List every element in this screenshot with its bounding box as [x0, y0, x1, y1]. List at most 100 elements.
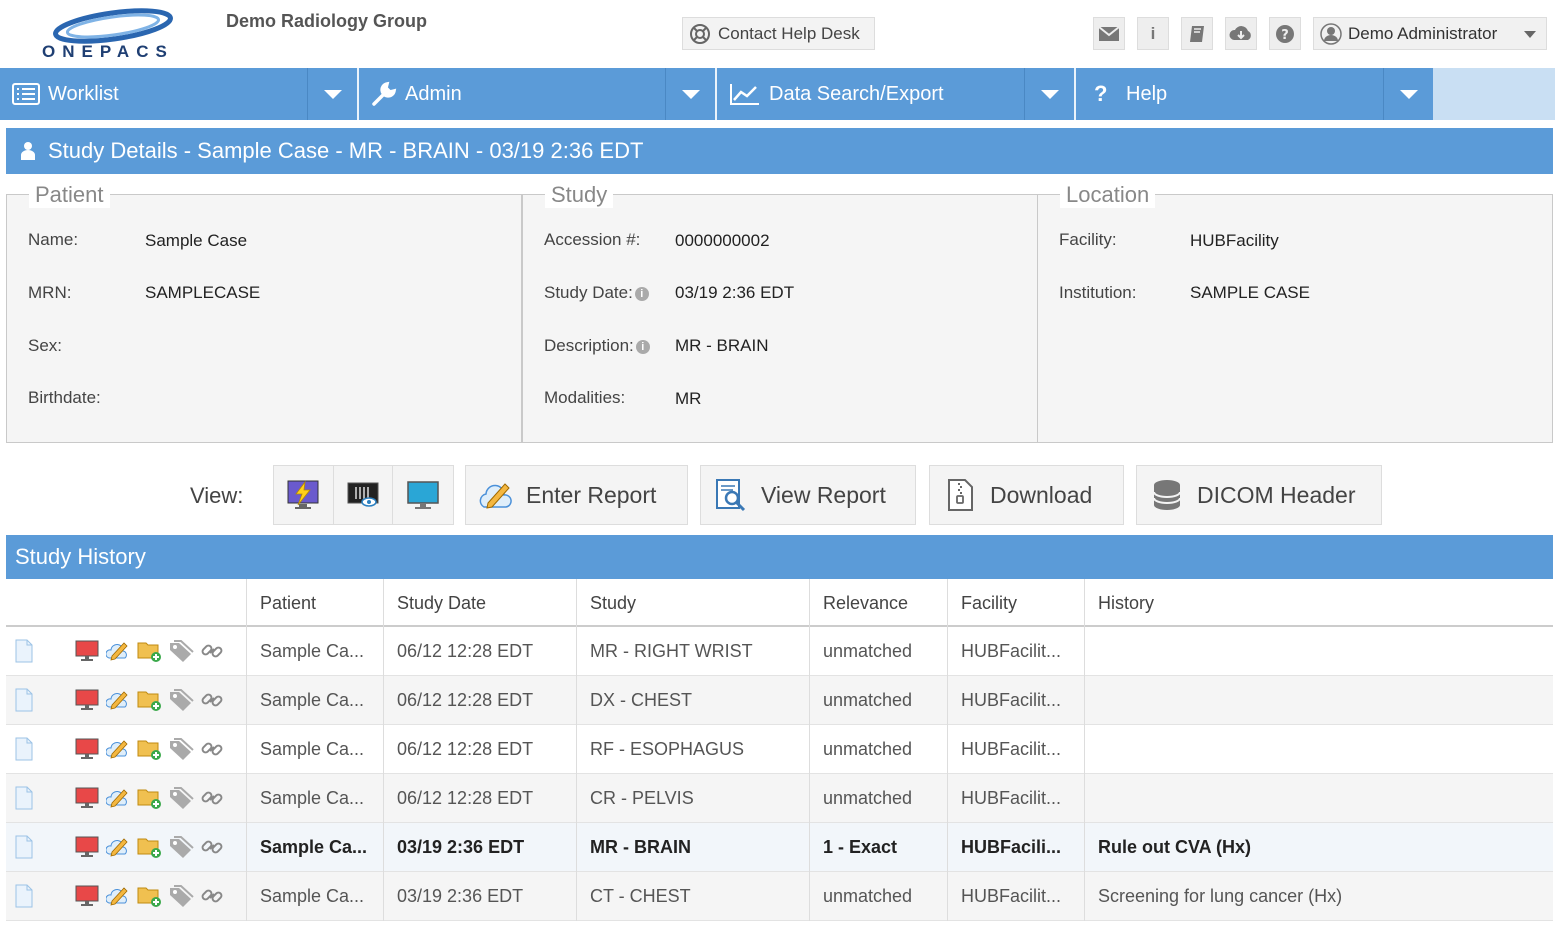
- list-icon: [12, 83, 40, 105]
- mail-icon[interactable]: [1093, 17, 1125, 50]
- mrn-label: MRN:: [28, 283, 72, 302]
- table-row[interactable]: Sample Ca... 06/12 12:28 EDT CR - PELVIS un…: [6, 774, 1553, 823]
- fast-viewer-button[interactable]: [274, 466, 334, 524]
- patient-panel: Patient Name: Sample Case MRN: SAMPLECAS…: [6, 182, 522, 443]
- monitor-icon[interactable]: [75, 737, 99, 761]
- tag-icon[interactable]: [168, 835, 194, 859]
- help-dropdown[interactable]: [1383, 68, 1433, 120]
- dicom-header-label: DICOM Header: [1197, 481, 1356, 508]
- pencil-icon[interactable]: [105, 737, 130, 761]
- tag-icon[interactable]: [168, 639, 194, 663]
- folder-add-icon[interactable]: [137, 835, 161, 859]
- pencil-icon[interactable]: [105, 835, 130, 859]
- description-value: MR - BRAIN: [675, 336, 769, 355]
- cell-study-date: 03/19 2:36 EDT: [383, 872, 576, 921]
- cloud-download-icon[interactable]: [1225, 17, 1257, 50]
- desktop-viewer-button[interactable]: [393, 466, 453, 524]
- worklist-dropdown[interactable]: [307, 68, 357, 120]
- link-icon[interactable]: [200, 835, 224, 859]
- data-search-dropdown[interactable]: [1024, 68, 1074, 120]
- column-header-patient[interactable]: Patient: [246, 579, 383, 627]
- cell-relevance: unmatched: [809, 774, 947, 823]
- enter-report-button[interactable]: Enter Report: [465, 465, 688, 525]
- nav-worklist[interactable]: Worklist: [0, 68, 357, 120]
- tag-icon[interactable]: [168, 786, 194, 810]
- cell-facility: HUBFacilit...: [947, 872, 1084, 921]
- tag-icon[interactable]: [168, 737, 194, 761]
- caret-down-icon: [681, 89, 700, 99]
- table-row[interactable]: Sample Ca... 06/12 12:28 EDT RF - ESOPHAGU…: [6, 725, 1553, 774]
- user-menu-button[interactable]: Demo Administrator: [1313, 17, 1547, 50]
- cell-patient: Sample Ca...: [246, 872, 383, 921]
- monitor-icon[interactable]: [75, 639, 99, 663]
- table-row[interactable]: Sample Ca... 03/19 2:36 EDT CT - CHEST unma…: [6, 872, 1553, 921]
- facility-value: HUBFacility: [1190, 231, 1279, 250]
- download-button[interactable]: Download: [929, 465, 1124, 525]
- nav-admin[interactable]: Admin: [359, 68, 715, 120]
- info-icon[interactable]: i: [635, 340, 650, 354]
- zip-file-icon: [948, 479, 973, 511]
- column-header-study[interactable]: Study: [576, 579, 809, 627]
- admin-dropdown[interactable]: [665, 68, 715, 120]
- dicom-header-button[interactable]: DICOM Header: [1136, 465, 1382, 525]
- user-avatar-icon: [1320, 22, 1342, 45]
- column-header-relevance[interactable]: Relevance: [809, 579, 947, 627]
- info-icon[interactable]: i: [1137, 17, 1169, 50]
- folder-add-icon[interactable]: [137, 639, 161, 663]
- link-icon[interactable]: [200, 786, 224, 810]
- document-icon[interactable]: [14, 688, 38, 712]
- document-icon[interactable]: [14, 737, 38, 761]
- folder-add-icon[interactable]: [137, 688, 161, 712]
- diagnostic-viewer-button[interactable]: [334, 466, 394, 524]
- question-icon[interactable]: ?: [1269, 17, 1301, 50]
- contact-help-desk-button[interactable]: Contact Help Desk: [682, 17, 875, 50]
- study-history-title: Study History: [15, 544, 146, 569]
- lightning-monitor-icon: [287, 480, 319, 509]
- cell-study-date: 06/12 12:28 EDT: [383, 676, 576, 725]
- folder-add-icon[interactable]: [137, 884, 161, 908]
- sex-label: Sex:: [28, 336, 63, 355]
- pencil-icon[interactable]: [105, 688, 130, 712]
- column-header-facility[interactable]: Facility: [947, 579, 1084, 627]
- tag-icon[interactable]: [168, 688, 194, 712]
- cell-facility: HUBFacilit...: [947, 627, 1084, 676]
- folder-add-icon[interactable]: [137, 786, 161, 810]
- row-action-icons: [6, 872, 246, 921]
- nav-admin-label: Admin: [405, 82, 462, 105]
- link-icon[interactable]: [200, 688, 224, 712]
- monitor-icon[interactable]: [75, 786, 99, 810]
- link-icon[interactable]: [200, 737, 224, 761]
- book-icon[interactable]: [1181, 17, 1213, 50]
- tag-icon[interactable]: [168, 884, 194, 908]
- monitor-icon[interactable]: [75, 688, 99, 712]
- cell-relevance: unmatched: [809, 676, 947, 725]
- monitor-icon[interactable]: [75, 884, 99, 908]
- accession-label: Accession #:: [544, 230, 641, 249]
- pencil-icon[interactable]: [105, 639, 130, 663]
- document-icon[interactable]: [14, 835, 38, 859]
- svg-text:?: ?: [1281, 28, 1289, 43]
- row-action-icons: [6, 823, 246, 872]
- pencil-icon[interactable]: [105, 884, 130, 908]
- group-name: Demo Radiology Group: [226, 11, 428, 31]
- folder-add-icon[interactable]: [137, 737, 161, 761]
- cell-study: DX - CHEST: [576, 676, 809, 725]
- document-icon[interactable]: [14, 884, 38, 908]
- nav-worklist-label: Worklist: [48, 82, 119, 105]
- nav-help[interactable]: ? Help: [1076, 68, 1433, 120]
- view-report-button[interactable]: View Report: [700, 465, 916, 525]
- main-nav: Worklist Admin Data Search/Export ? Help: [0, 68, 1555, 120]
- column-header-history[interactable]: History: [1084, 579, 1553, 627]
- document-icon[interactable]: [14, 786, 38, 810]
- link-icon[interactable]: [200, 884, 224, 908]
- table-row[interactable]: Sample Ca... 06/12 12:28 EDT DX - CHEST unm…: [6, 676, 1553, 725]
- link-icon[interactable]: [200, 639, 224, 663]
- nav-data-search-export[interactable]: Data Search/Export: [717, 68, 1074, 120]
- monitor-icon[interactable]: [75, 835, 99, 859]
- document-icon[interactable]: [14, 639, 38, 663]
- pencil-icon[interactable]: [105, 786, 130, 810]
- info-icon[interactable]: i: [634, 287, 649, 301]
- column-header-study-date[interactable]: Study Date: [383, 579, 576, 627]
- table-row[interactable]: Sample Ca... 03/19 2:36 EDT MR - BRAIN 1 - …: [6, 823, 1553, 872]
- table-row[interactable]: Sample Ca... 06/12 12:28 EDT MR - RIGHT WR…: [6, 627, 1553, 676]
